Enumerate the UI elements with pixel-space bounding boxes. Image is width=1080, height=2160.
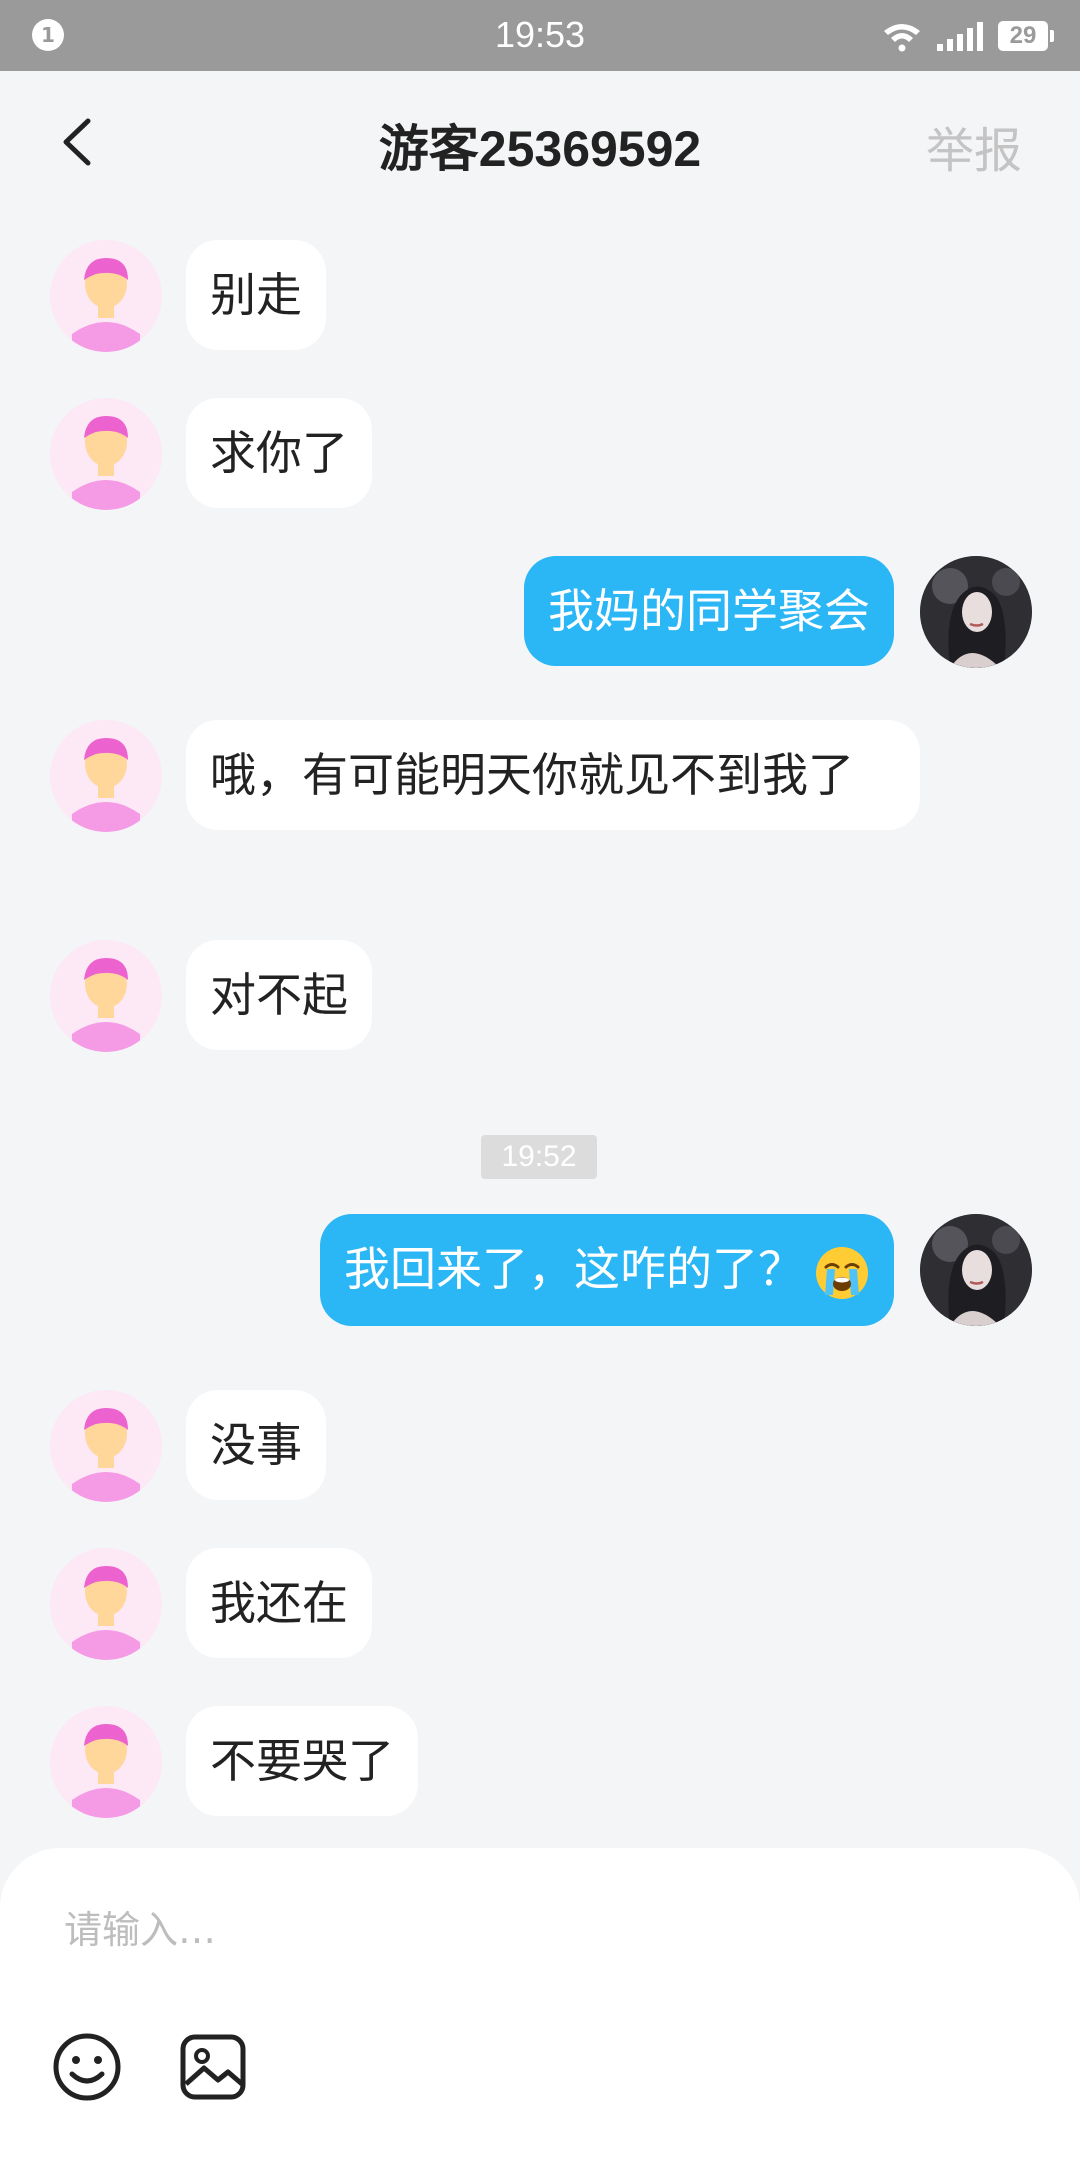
guest-avatar-icon [50,1390,162,1502]
guest-avatar-icon [50,720,162,832]
wifi-icon [884,24,920,52]
message-text: 我回来了，这咋的了？ [344,1242,804,1296]
incoming-message-bubble[interactable]: 不要哭了 [186,1706,418,1816]
guest-avatar[interactable] [50,1390,162,1502]
message-timestamp: 19:52 [481,1135,597,1179]
report-button[interactable]: 举报 [926,111,1022,181]
guest-avatar[interactable] [50,720,162,832]
guest-avatar-icon [50,1548,162,1660]
incoming-message-bubble[interactable]: 哦，有可能明天你就见不到我了 [186,720,920,830]
incoming-message-bubble[interactable]: 我还在 [186,1548,372,1658]
page-title: 游客25369592 [378,121,702,177]
self-avatar[interactable] [920,1214,1032,1326]
status-icons: 29 [882,18,1054,54]
outgoing-message-bubble[interactable]: 我妈的同学聚会 [524,556,894,666]
battery-icon: 29 [998,21,1054,51]
incoming-message-bubble[interactable]: 没事 [186,1390,326,1500]
message-input[interactable] [64,1900,1014,1960]
message-composer [0,1848,1080,2160]
guest-avatar-icon [50,940,162,1052]
self-avatar-portrait [920,1214,1032,1326]
guest-avatar-icon [50,240,162,352]
signal-icon [937,22,983,51]
guest-avatar-icon [50,398,162,510]
chat-header: 游客25369592 举报 [0,71,1080,216]
image-icon[interactable] [178,2032,248,2102]
guest-avatar[interactable] [50,1706,162,1818]
incoming-message-bubble[interactable]: 对不起 [186,940,372,1050]
guest-avatar[interactable] [50,398,162,510]
incoming-message-bubble[interactable]: 求你了 [186,398,372,508]
self-avatar-portrait [920,556,1032,668]
outgoing-message-bubble[interactable]: 我回来了，这咋的了？ [320,1214,894,1326]
guest-avatar[interactable] [50,940,162,1052]
loudly-crying-face-icon [816,1246,868,1299]
smiley-icon[interactable] [52,2032,122,2102]
incoming-message-bubble[interactable]: 别走 [186,240,326,350]
guest-avatar[interactable] [50,240,162,352]
self-avatar[interactable] [920,556,1032,668]
guest-avatar[interactable] [50,1548,162,1660]
status-bar: 1 19:53 29 [0,0,1080,71]
guest-avatar-icon [50,1706,162,1818]
